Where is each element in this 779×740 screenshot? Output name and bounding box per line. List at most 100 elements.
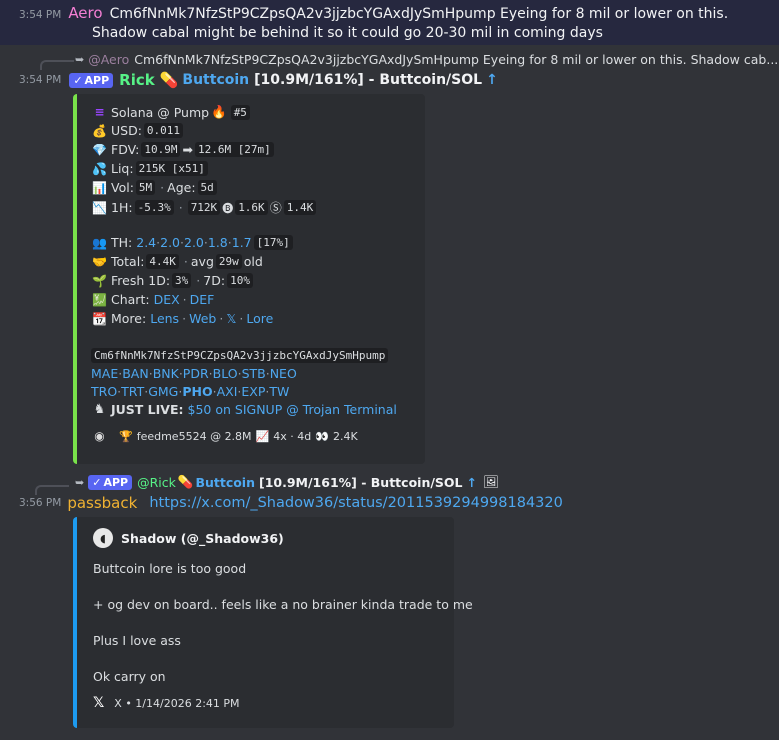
just-live-line: ♞ JUST LIVE: $50 on SIGNUP @ Trojan Term…	[91, 402, 397, 417]
reply-arrow-icon: ➥	[75, 53, 85, 66]
bot-link[interactable]: TW	[269, 384, 289, 399]
tweet-text-3: Plus I love ass	[93, 633, 181, 648]
def-link[interactable]: DEF	[190, 292, 215, 307]
token-link[interactable]: Buttcoin	[182, 72, 249, 88]
th-value[interactable]: 2.4	[136, 235, 156, 250]
app-badge: ✓ APP	[69, 72, 114, 88]
bot-link[interactable]: GMG	[148, 384, 178, 399]
bot-link[interactable]: PHO	[182, 384, 212, 399]
th-value[interactable]: 1.8	[208, 235, 228, 250]
bot-link[interactable]: NEO	[270, 366, 297, 381]
th-value[interactable]: 2.0	[160, 235, 180, 250]
moneybag-icon: 💰	[92, 123, 107, 138]
tweet-author[interactable]: Shadow (@_Shadow36)	[121, 531, 284, 546]
bot-link[interactable]: TRT	[121, 384, 144, 399]
pill-icon: 💊	[159, 71, 179, 89]
arrow-right-icon: ➡	[182, 142, 193, 157]
th-value[interactable]: 2.0	[184, 235, 204, 250]
handshake-icon: 🤝	[92, 254, 107, 269]
arrow-up-icon: ↑	[486, 72, 498, 88]
bot-link[interactable]: BLO	[213, 366, 238, 381]
fire-icon: 🔥	[211, 104, 227, 119]
tweet-author-row: ◖ Shadow (@_Shadow36)	[93, 528, 284, 548]
chain-line: ≡ Solana @ Pump 🔥 #5	[91, 104, 252, 120]
buy-icon: 🅑	[222, 201, 234, 215]
bot-link[interactable]: TRO	[91, 384, 117, 399]
pill-icon: 💊	[177, 474, 194, 489]
chart-up-icon: 📈	[255, 429, 270, 443]
bot-link[interactable]: MAE	[91, 366, 118, 381]
yen-chart-icon: 💹	[92, 292, 107, 307]
bot-links-row1: MAE · BAN · BNK · PDR · BLO · STB · NEO	[91, 366, 297, 381]
vol-line: 📊 Vol: 5M · Age: 5d	[91, 180, 219, 195]
token-embed: ≡ Solana @ Pump 🔥 #5 💰 USD: 0.011 💎 FDV:…	[73, 94, 425, 464]
reply-token-link[interactable]: Buttcoin	[195, 475, 255, 490]
chat-view: 3:54 PM Aero Cm6fNnMk7NfzStP9CZpsQA2v3jj…	[0, 0, 779, 740]
token-title: [10.9M/161%] - Buttcoin/SOL	[254, 72, 483, 88]
message-text-continued: Shadow cabal might be behind it so it co…	[92, 25, 603, 41]
people-icon: 👥	[92, 235, 107, 250]
eyes-icon: 👀	[315, 429, 329, 443]
bot-link[interactable]: BNK	[153, 366, 179, 381]
check-icon: ✓	[73, 73, 83, 87]
check-icon: ✓	[92, 475, 102, 489]
bot-link[interactable]: BAN	[122, 366, 148, 381]
hour-line: 📉 1H: -5.3% · 712K 🅑 1.6K Ⓢ 1.4K	[91, 199, 318, 216]
embed-footer: ◉ 🏆 feedme5524 @ 2.8M 📈 4x · 4d 👀 2.4K	[91, 429, 357, 443]
dex-link[interactable]: DEX	[154, 292, 180, 307]
more-line: 📆 More: Lens · Web · 𝕏 · Lore	[92, 311, 274, 326]
trojan-link[interactable]: $50 on SIGNUP @ Trojan Terminal	[188, 402, 397, 417]
bot-link[interactable]: EXP	[241, 384, 265, 399]
x-logo-icon: 𝕏	[93, 695, 105, 711]
trophy-icon: 🏆	[119, 429, 133, 443]
author-name[interactable]: Aero	[68, 4, 102, 22]
bot-link[interactable]: STB	[242, 366, 266, 381]
reply-token-title: [10.9M/161%] - Buttcoin/SOL	[259, 474, 463, 490]
sell-icon: Ⓢ	[269, 201, 282, 215]
footer-avatar-icon: ◉	[94, 429, 105, 443]
reply-preview[interactable]: ➥ @Aero Cm6fNnMk7NfzStP9CZpsQA2v3jjzbcYG…	[75, 52, 778, 67]
bar-chart-icon: 📊	[92, 180, 107, 195]
author-name[interactable]: Rick	[119, 71, 155, 89]
reply-author[interactable]: @Rick	[137, 475, 176, 490]
reply-author[interactable]: @Aero	[88, 52, 129, 67]
lens-link[interactable]: Lens	[150, 311, 179, 326]
x-link[interactable]: 𝕏	[226, 311, 236, 326]
avatar: ◖	[93, 528, 113, 548]
bot-link[interactable]: AXI	[217, 384, 238, 399]
message-text: Cm6fNnMk7NfzStP9CZpsQA2v3jjzbcYGAxdJySmH…	[109, 6, 729, 22]
usd-line: 💰 USD: 0.011	[91, 123, 185, 138]
tweet-text-4: Ok carry on	[93, 669, 166, 684]
tweet-text-2: + og dev on board.. feels like a no brai…	[93, 597, 473, 612]
chart-down-icon: 📉	[92, 200, 107, 215]
reply-text: Cm6fNnMk7NfzStP9CZpsQA2v3jjzbcYGAxdJySmH…	[134, 52, 779, 67]
liq-line: 💦 Liq: 215K [x51]	[91, 161, 210, 176]
bot-link[interactable]: PDR	[183, 366, 209, 381]
timestamp: 3:54 PM	[19, 74, 62, 86]
tweet-url-link[interactable]: https://x.com/_Shadow36/status/201153929…	[149, 495, 563, 511]
fresh-line: 🌱 Fresh 1D: 3% · 7D: 10%	[91, 273, 255, 288]
trojan-icon: ♞	[93, 402, 106, 417]
author-name[interactable]: passback	[67, 494, 137, 512]
lore-link[interactable]: Lore	[246, 311, 273, 326]
app-badge: ✓ APP	[88, 474, 133, 490]
timestamp: 3:54 PM	[19, 9, 62, 21]
reply-preview[interactable]: ➥ ✓ APP @Rick 💊 Buttcoin [10.9M/161%] - B…	[75, 474, 499, 490]
diamond-icon: 💎	[92, 142, 107, 157]
total-line: 🤝 Total: 4.4K · avg 29w old	[92, 254, 263, 269]
tweet-footer: 𝕏 X • 1/14/2026 2:41 PM	[93, 695, 240, 711]
message-aero: 3:54 PM Aero Cm6fNnMk7NfzStP9CZpsQA2v3jj…	[0, 0, 779, 45]
contract-address: Cm6fNnMk7NfzStP9CZpsQA2v3jjzbcYGAxdJySmH…	[89, 348, 390, 363]
th-value[interactable]: 1.7	[232, 235, 252, 250]
reply-spine	[40, 60, 74, 70]
message-passback: 3:56 PM passback https://x.com/_Shadow36…	[19, 494, 563, 512]
arrow-up-icon: ↑	[466, 474, 477, 490]
bot-links-row2: TRO · TRT · GMG · PHO · AXI · EXP · TW	[91, 384, 290, 399]
tweet-text-1: Buttcoin lore is too good	[93, 561, 247, 576]
tweet-embed: ◖ Shadow (@_Shadow36) Buttcoin lore is t…	[73, 517, 473, 728]
top-holders-line: 👥 TH: 2.4 · 2.0 · 2.0 · 1.8 · 1.7 [17%]	[91, 235, 295, 250]
chart-line: 💹 Chart: DEX · DEF	[92, 292, 215, 307]
image-icon: 🖼	[482, 474, 499, 489]
reply-arrow-icon: ➥	[75, 475, 85, 489]
web-link[interactable]: Web	[189, 311, 216, 326]
